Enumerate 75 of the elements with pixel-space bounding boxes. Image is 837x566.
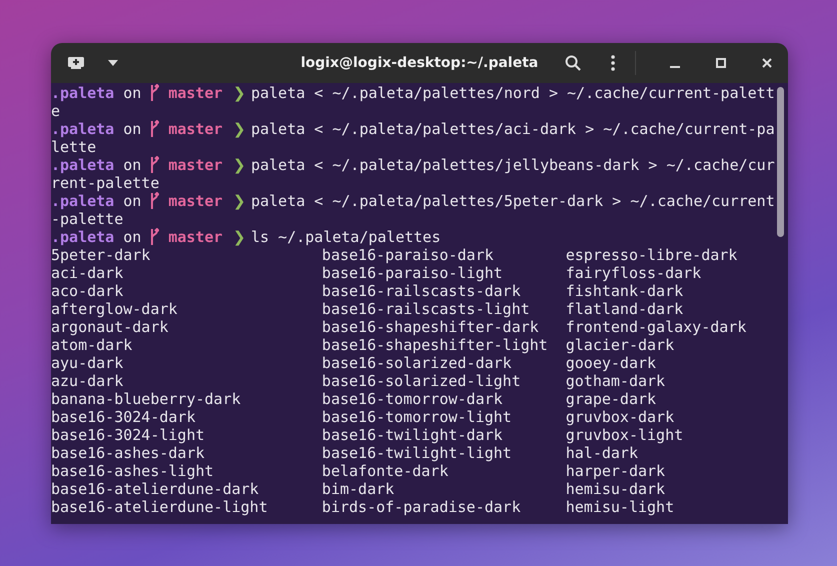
file-name: base16-3024-light (51, 426, 205, 444)
file-name: afterglow-dark (51, 300, 178, 318)
file-name: espresso-libre-dark (566, 246, 738, 264)
branch-name: master (168, 192, 223, 210)
file-name: flatland-dark (566, 300, 684, 318)
file-name: hemisu-dark (566, 480, 666, 498)
file-name: base16-solarized-light (322, 372, 521, 390)
prompt-chevron: ❯ (232, 156, 242, 174)
output-text: e (51, 102, 60, 120)
file-name: gruvbox-light (566, 426, 684, 444)
file-name: base16-3024-dark (51, 408, 196, 426)
branch-name: master (168, 156, 223, 174)
file-name: aco-dark (51, 282, 124, 300)
prompt-chevron: ❯ (232, 84, 242, 102)
file-name: glacier-dark (566, 336, 674, 354)
prompt-directory: .paleta (51, 120, 114, 138)
file-name: hal-dark (566, 444, 638, 462)
file-name: hemisu-light (566, 498, 674, 516)
command-text: paleta < ~/.paleta/palettes/nord > ~/.cache/current-palett (250, 84, 775, 102)
file-name: base16-atelierdune-light (51, 498, 268, 516)
file-name: base16-solarized-dark (322, 354, 512, 372)
window-title: logix@logix-desktop:~/.paleta (300, 55, 538, 71)
file-name: bim-dark (322, 480, 394, 498)
file-name: base16-shapeshifter-light (322, 336, 548, 354)
prompt-chevron: ❯ (232, 228, 242, 246)
branch-name: master (168, 120, 223, 138)
output-text: lette (51, 138, 96, 156)
file-name: base16-ashes-light (51, 462, 214, 480)
command-text: paleta < ~/.paleta/palettes/jellybeans-dark > ~/.cache/cur (250, 156, 775, 174)
file-name: base16-railscasts-light (322, 300, 530, 318)
file-name: argonaut-dark (51, 318, 168, 336)
file-name: base16-railscasts-dark (322, 282, 521, 300)
file-name: fairyfloss-dark (566, 264, 702, 282)
prompt-chevron: ❯ (232, 192, 242, 210)
prompt-word: on (123, 156, 142, 174)
output-text: -palette (51, 210, 124, 228)
prompt-directory: .paleta (51, 192, 114, 210)
file-name: frontend-galaxy-dark (566, 318, 746, 336)
file-name: base16-shapeshifter-dark (322, 318, 539, 336)
prompt-word: on (123, 228, 142, 246)
file-name: base16-paraiso-dark (322, 246, 494, 264)
prompt-word: on (123, 192, 142, 210)
file-name: base16-twilight-dark (322, 426, 503, 444)
prompt-directory: .paleta (51, 156, 114, 174)
command-text: paleta < ~/.paleta/palettes/aci-dark > ~/.cache/current-pa (250, 120, 775, 138)
prompt-word: on (123, 120, 142, 138)
prompt-chevron: ❯ (232, 120, 242, 138)
file-name: base16-atelierdune-dark (51, 480, 259, 498)
branch-name: master (168, 84, 223, 102)
file-name: 5peter-dark (51, 246, 150, 264)
file-name: belafonte-dark (322, 462, 448, 480)
file-name: atom-dark (51, 336, 132, 354)
prompt-word: on (123, 84, 142, 102)
file-name: aci-dark (51, 264, 124, 282)
file-name: base16-twilight-light (322, 444, 512, 462)
file-name: fishtank-dark (566, 282, 684, 300)
file-name: ayu-dark (51, 354, 124, 372)
file-name: base16-ashes-dark (51, 444, 205, 462)
command-text: ls ~/.paleta/palettes (250, 228, 441, 246)
file-name: harper-dark (566, 462, 666, 480)
file-name: gruvbox-dark (566, 408, 674, 426)
file-name: azu-dark (51, 372, 124, 390)
file-name: banana-blueberry-dark (51, 390, 241, 408)
prompt-directory: .paleta (51, 84, 114, 102)
prompt-directory: .paleta (51, 228, 114, 246)
file-name: birds-of-paradise-dark (322, 498, 521, 516)
file-name: gooey-dark (566, 354, 656, 372)
file-name: gotham-dark (566, 372, 666, 390)
output-text: rent-palette (51, 174, 160, 192)
file-name: base16-paraiso-light (322, 264, 503, 282)
file-name: base16-tomorrow-light (322, 408, 512, 426)
command-text: paleta < ~/.paleta/palettes/5peter-dark > ~/.cache/current (250, 192, 775, 210)
file-name: grape-dark (566, 390, 656, 408)
file-name: base16-tomorrow-dark (322, 390, 503, 408)
branch-name: master (168, 228, 223, 246)
